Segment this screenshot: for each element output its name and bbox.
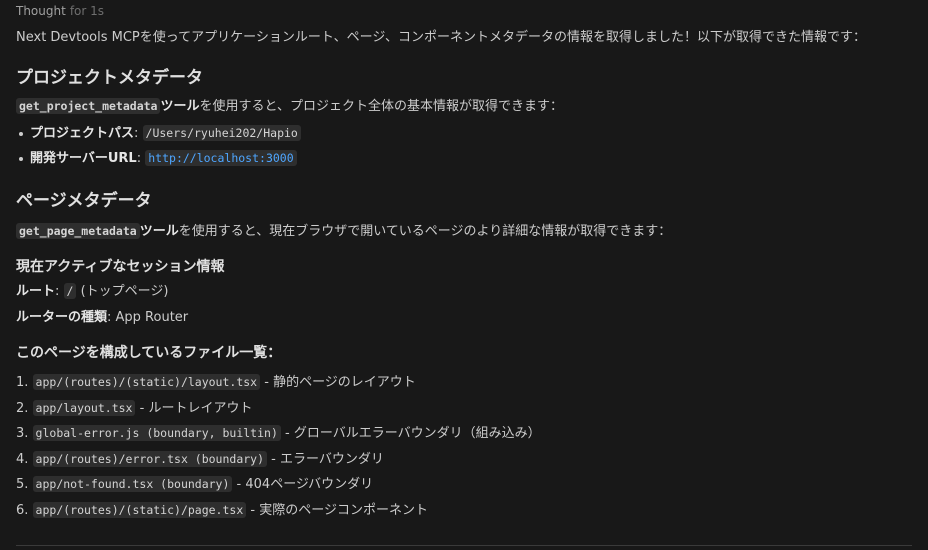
project-metadata-heading: プロジェクトメタデータ [16,68,203,88]
assistant-message: Next Devtools MCPを使ってアプリケーションルート、ページ、コンポ… [16,28,916,523]
item-number: 5. [16,477,33,492]
page-tool-name: get_page_metadata [16,223,140,239]
page-metadata-description: get_page_metadata ツールを使用すると、現在ブラウザで開いているペ… [16,221,916,242]
list-item: プロジェクトパス: /Users/ryuhei202/Hapio [19,121,916,146]
item-number: 1. [16,375,33,390]
list-item: 開発サーバーURL: http://localhost:3000 [19,146,916,171]
list-item: 4. app/(routes)/error.tsx (boundary) - エ… [16,447,916,473]
router-separator: : [107,310,116,325]
thought-label: Thought [16,4,66,18]
dev-server-url-label: 開発サーバーURL [30,151,137,166]
files-list: 1. app/(routes)/(static)/layout.tsx - 静的… [16,370,916,523]
file-description: - 静的ページのレイアウト [260,375,416,390]
project-desc-text: を使用すると、プロジェクト全体の基本情報が取得できます： [199,99,563,114]
item-separator: : [136,151,146,166]
file-description: - 実際のページコンポーネント [246,502,428,518]
list-item: 5. app/not-found.tsx (boundary) - 404ページ… [16,472,916,498]
route-separator: : [55,284,64,299]
page-metadata-heading: ページメタデータ [16,191,152,211]
page-tool-suffix: ツール [139,224,179,239]
project-path-label: プロジェクトパス [30,126,135,141]
router-type-line: ルーターの種類: App Router [16,308,916,328]
divider [16,545,912,546]
file-path: app/(routes)/(static)/layout.tsx [32,374,261,390]
list-item: 6. app/(routes)/(static)/page.tsx - 実際のペ… [16,498,916,524]
item-number: 6. [16,502,33,518]
item-number: 2. [16,400,33,416]
project-tool-name: get_project_metadata [16,98,161,114]
route-label: ルート [16,284,56,299]
project-info-list: プロジェクトパス: /Users/ryuhei202/Hapio 開発サーバーU… [16,121,916,171]
list-item: 2. app/layout.tsx - ルートレイアウト [16,396,916,422]
file-description: - グローバルエラーバウンダリ（組み込み） [280,426,541,441]
file-description: - エラーバウンダリ [267,451,384,467]
thought-indicator[interactable]: Thought for 1s [16,4,104,18]
item-number: 3. [16,426,33,441]
file-path: app/layout.tsx [32,399,136,416]
file-description: - ルートレイアウト [135,400,253,416]
page-desc-text: を使用すると、現在ブラウザで開いているページのより詳細な情報が取得できます： [178,224,672,239]
file-description: - 404ページバウンダリ [232,477,374,492]
item-number: 4. [16,451,33,467]
router-type-label: ルーターの種類 [16,310,108,325]
intro-text: Next Devtools MCPを使ってアプリケーションルート、ページ、コンポ… [16,30,866,45]
route-value: / [63,283,77,299]
item-separator: : [134,126,143,141]
files-heading: このページを構成しているファイル一覧： [16,345,282,361]
session-info-heading: 現在アクティブなセッション情報 [16,259,225,275]
project-path-value: /Users/ryuhei202/Hapio [142,125,301,141]
file-path: app/(routes)/(static)/page.tsx [32,501,247,518]
file-path: global-error.js (boundary, builtin) [32,425,281,441]
list-item: 1. app/(routes)/(static)/layout.tsx - 静的… [16,370,916,396]
route-note: (トップページ) [76,284,169,299]
file-path: app/(routes)/error.tsx (boundary) [32,450,268,467]
dev-server-url-link[interactable]: http://localhost:3000 [145,150,297,166]
router-type-value: App Router [115,310,189,325]
list-item: 3. global-error.js (boundary, builtin) -… [16,421,916,447]
project-metadata-description: get_project_metadata ツールを使用すると、プロジェクト全体の基… [16,96,916,117]
file-path: app/not-found.tsx (boundary) [32,476,233,492]
thought-duration: for 1s [69,4,105,18]
project-tool-suffix: ツール [160,99,200,114]
route-line: ルート: / (トップページ) [16,281,916,302]
